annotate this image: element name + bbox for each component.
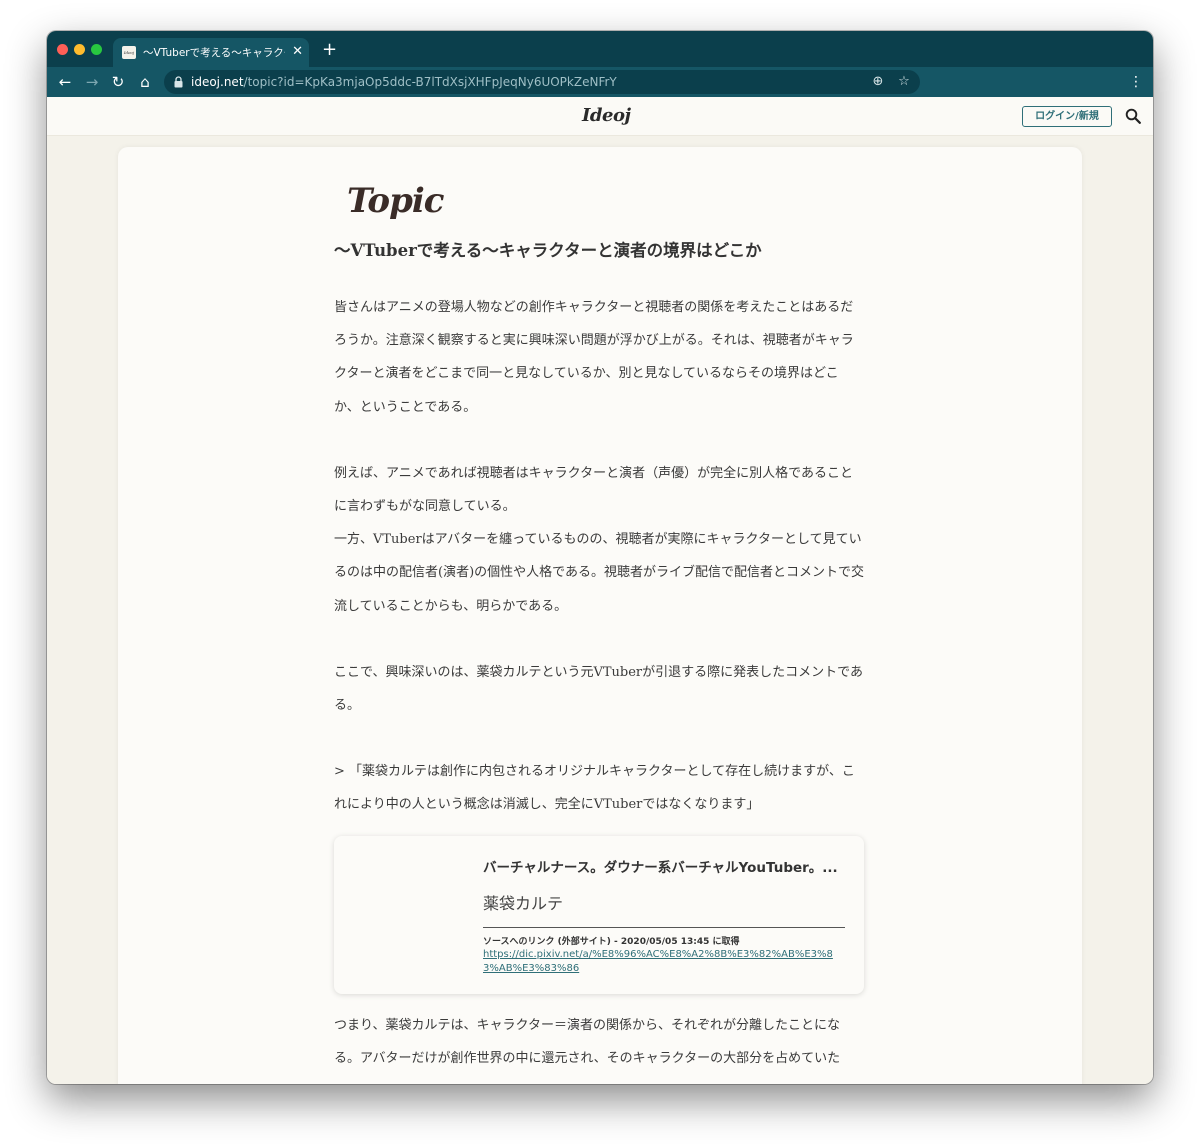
more-menu-icon[interactable]: ⋮ [1129, 72, 1143, 92]
close-icon[interactable]: ✕ [292, 43, 303, 61]
divider [483, 927, 845, 928]
paragraph: 皆さんはアニメの登場人物などの創作キャラクターと視聴者の関係を考えたことはあるだ… [334, 300, 854, 415]
link-preview-card[interactable]: バーチャルナース。ダウナー系バーチャルYouTuber。... 薬袋カルテ ソー… [334, 836, 864, 994]
quote: > 「薬袋カルテは創作に内包されるオリジナルキャラクターとして存在し続けますが、… [334, 764, 855, 813]
search-icon[interactable] [1125, 108, 1141, 124]
minimize-window-button[interactable] [74, 44, 85, 55]
forward-arrow-icon[interactable]: → [82, 72, 102, 92]
page-viewport: Ideoj ログイン/新規 Topic 〜VTuberで考える〜キャラクターと演… [47, 97, 1153, 1084]
link-description: バーチャルナース。ダウナー系バーチャルYouTuber。... [483, 860, 838, 876]
url-text[interactable]: ideoj.net/topic?id=KpKa3mjaOp5ddc-B7lTdX… [191, 74, 617, 90]
address-bar[interactable]: ideoj.net/topic?id=KpKa3mjaOp5ddc-B7lTdX… [164, 70, 920, 94]
topic-card: Topic 〜VTuberで考える〜キャラクターと演者の境界はどこか 皆さんはア… [118, 147, 1082, 1084]
lock-icon [174, 76, 183, 88]
install-icon[interactable]: ⊕ [869, 73, 887, 91]
article-body: 皆さんはアニメの登場人物などの創作キャラクターと視聴者の関係を考えたことはあるだ… [334, 291, 864, 822]
paragraph: ここで、興味深いのは、薬袋カルテという元VTuberが引退する際に発表したコメン… [334, 664, 864, 714]
browser-window: Ideoj 〜VTuberで考える〜キャラクター ✕ + ← → ↻ ⌂ ide… [47, 31, 1153, 1084]
favicon-icon: Ideoj [122, 46, 136, 59]
title-bar: Ideoj 〜VTuberで考える〜キャラクター ✕ + [47, 31, 1153, 67]
tab-title: 〜VTuberで考える〜キャラクター [143, 47, 285, 59]
new-tab-button[interactable]: + [322, 40, 337, 60]
login-button[interactable]: ログイン/新規 [1022, 106, 1112, 127]
close-window-button[interactable] [57, 44, 68, 55]
back-arrow-icon[interactable]: ← [55, 72, 75, 92]
paragraph: つまり、薬袋カルテは、キャラクター＝演者の関係から、それぞれが分離したことになる… [334, 1018, 841, 1067]
browser-tab[interactable]: Ideoj 〜VTuberで考える〜キャラクター ✕ [113, 38, 309, 67]
page-title: 〜VTuberで考える〜キャラクターと演者の境界はどこか [334, 241, 762, 260]
paragraph: 一方、VTuberはアバターを纏っているものの、視聴者が実際にキャラクターとして… [334, 532, 865, 614]
site-logo[interactable]: Ideoj [582, 105, 631, 126]
star-icon[interactable]: ☆ [895, 73, 913, 91]
browser-toolbar: ← → ↻ ⌂ ideoj.net/topic?id=KpKa3mjaOp5dd… [47, 67, 1153, 97]
paragraph: 例えば、アニメであれば視聴者はキャラクターと演者（声優）が完全に別人格であること… [334, 465, 853, 515]
site-header: Ideoj ログイン/新規 [47, 97, 1153, 136]
article-body-continued: つまり、薬袋カルテは、キャラクター＝演者の関係から、それぞれが分離したことになる… [334, 1009, 864, 1075]
section-label: Topic [347, 181, 444, 221]
home-icon[interactable]: ⌂ [135, 72, 155, 92]
maximize-window-button[interactable] [91, 44, 102, 55]
reload-icon[interactable]: ↻ [108, 72, 128, 92]
source-link[interactable]: https://dic.pixiv.net/a/%E8%96%AC%E8%A2%… [483, 948, 845, 976]
link-title: 薬袋カルテ [483, 894, 564, 913]
link-source-note: ソースへのリンク (外部サイト) - 2020/05/05 13:45 に取得 [483, 937, 740, 947]
